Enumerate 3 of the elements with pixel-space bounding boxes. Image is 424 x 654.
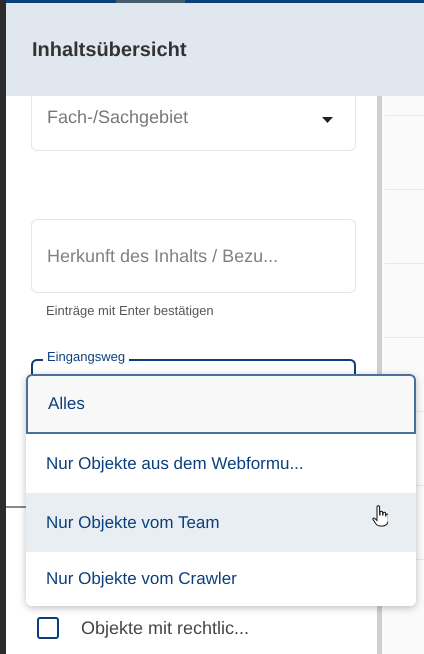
panel-title: Inhaltsübersicht bbox=[32, 38, 186, 62]
helper-text: Einträge mit Enter bestätigen bbox=[45, 302, 215, 320]
checkbox-label: Objekte mit rechtlic... bbox=[81, 616, 250, 640]
